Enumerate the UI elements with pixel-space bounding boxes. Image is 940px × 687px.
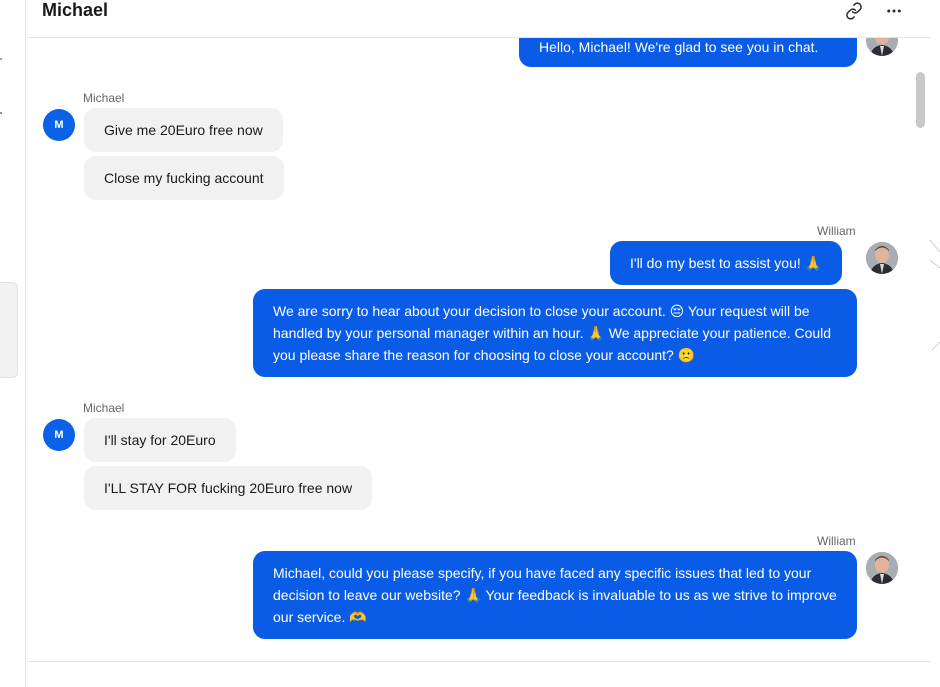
message-bubble-incoming: I'LL STAY FOR fucking 20Euro free now xyxy=(84,466,373,510)
user-avatar: M xyxy=(43,109,75,141)
chat-title: Michael xyxy=(42,0,109,20)
chat-header: Michael xyxy=(27,0,930,38)
message-bubble-outgoing: Hello, Michael! We're glad to see you in… xyxy=(519,38,857,67)
composer-area[interactable] xyxy=(27,661,930,687)
message-text: We are sorry to hear about your decision… xyxy=(273,303,832,363)
sender-name: Michael xyxy=(83,401,125,415)
message-bubble-incoming: Close my fucking account xyxy=(84,156,284,200)
sender-name: William xyxy=(817,534,856,548)
sender-name: William xyxy=(817,224,856,238)
scrollbar-thumb[interactable] xyxy=(916,72,925,128)
link-icon[interactable] xyxy=(845,2,863,20)
message-text: I'LL STAY FOR fucking 20Euro free now xyxy=(104,480,353,496)
message-text: I'll stay for 20Euro xyxy=(104,432,216,448)
message-bubble-outgoing: Michael, could you please specify, if yo… xyxy=(253,551,857,639)
message-bubble-outgoing: We are sorry to hear about your decision… xyxy=(253,289,857,377)
user-avatar: M xyxy=(43,419,75,451)
more-icon[interactable] xyxy=(885,2,903,20)
left-panel-edge xyxy=(0,0,26,687)
message-bubble-outgoing: I'll do my best to assist you! 🙏 xyxy=(610,241,843,285)
chat-window: Michael Hello, Michael! We're glad to se… xyxy=(0,0,940,687)
message-list[interactable]: Hello, Michael! We're glad to see you in… xyxy=(27,38,930,661)
message-bubble-incoming: I'll stay for 20Euro xyxy=(84,418,236,462)
message-text: Michael, could you please specify, if yo… xyxy=(273,565,837,625)
agent-photo-icon xyxy=(866,38,898,56)
agent-avatar xyxy=(866,38,898,56)
edge-marker xyxy=(0,58,2,60)
message-text: I'll do my best to assist you! 🙏 xyxy=(630,255,823,271)
agent-avatar xyxy=(866,552,898,584)
agent-photo-icon xyxy=(866,242,898,274)
message-bubble-incoming: Give me 20Euro free now xyxy=(84,108,283,152)
left-panel-card[interactable] xyxy=(0,282,18,378)
agent-avatar xyxy=(866,242,898,274)
message-text: Give me 20Euro free now xyxy=(104,122,263,138)
message-text: Close my fucking account xyxy=(104,170,264,186)
right-panel-edge xyxy=(930,239,940,351)
agent-photo-icon xyxy=(866,552,898,584)
sender-name: Michael xyxy=(83,91,125,105)
message-text: Hello, Michael! We're glad to see you in… xyxy=(539,39,819,55)
edge-marker xyxy=(0,112,2,114)
